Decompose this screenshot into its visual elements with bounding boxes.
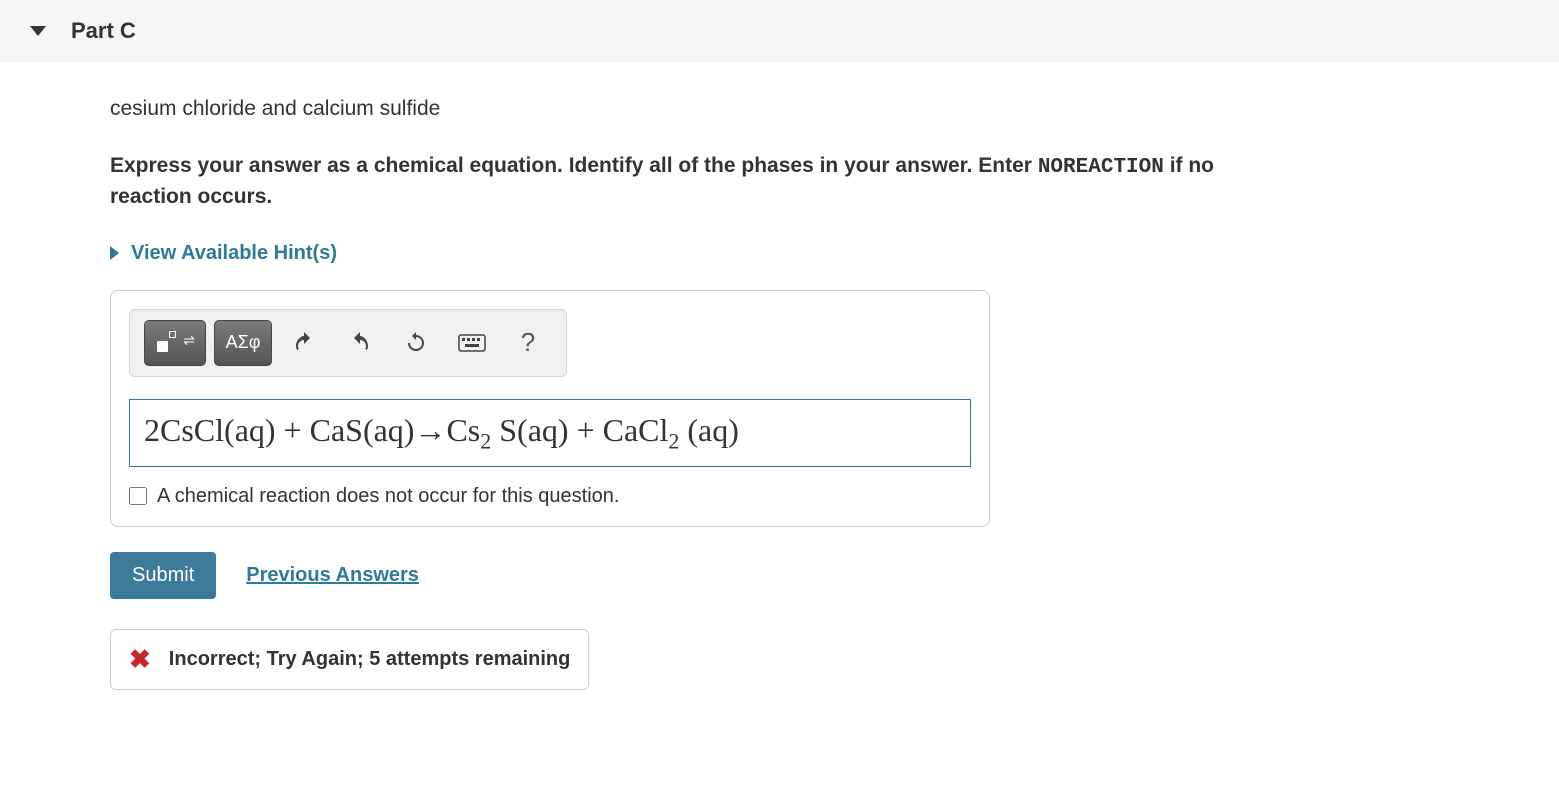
feedback-box: ✖ Incorrect; Try Again; 5 attempts remai…	[110, 629, 589, 690]
equation-toolbar: ⇌ ΑΣφ ?	[129, 309, 567, 377]
no-reaction-label: A chemical reaction does not occur for t…	[157, 485, 619, 508]
action-row: Submit Previous Answers	[110, 552, 1220, 599]
caret-right-icon	[110, 246, 119, 260]
equation-input[interactable]: 2CsCl(aq) + CaS(aq)→Cs2 S(aq) + CaCl2 (a…	[129, 399, 971, 467]
help-button[interactable]: ?	[504, 320, 552, 366]
greek-label: ΑΣφ	[226, 332, 261, 353]
instructions: Express your answer as a chemical equati…	[110, 151, 1220, 212]
view-hints-link[interactable]: View Available Hint(s)	[110, 242, 1220, 265]
undo-button[interactable]	[280, 320, 328, 366]
instructions-mono: NOREACTION	[1038, 156, 1164, 179]
instructions-pre: Express your answer as a chemical equati…	[110, 154, 1038, 177]
submit-button[interactable]: Submit	[110, 552, 216, 599]
undo-icon	[292, 331, 316, 355]
feedback-text: Incorrect; Try Again; 5 attempts remaini…	[169, 648, 571, 671]
caret-down-icon	[30, 26, 46, 36]
greek-symbols-button[interactable]: ΑΣφ	[214, 320, 272, 366]
no-reaction-checkbox[interactable]	[129, 487, 147, 505]
help-label: ?	[521, 327, 535, 358]
hints-label: View Available Hint(s)	[131, 242, 337, 265]
reset-icon	[404, 331, 428, 355]
templates-icon: ⇌	[155, 329, 195, 357]
keyboard-icon	[458, 334, 486, 352]
previous-answers-link[interactable]: Previous Answers	[246, 564, 419, 587]
reset-button[interactable]	[392, 320, 440, 366]
keyboard-button[interactable]	[448, 320, 496, 366]
part-header[interactable]: Part C	[0, 0, 1559, 62]
templates-button[interactable]: ⇌	[144, 320, 206, 366]
answer-box: ⇌ ΑΣφ ? 2CsCl(aq) + CaS(aq)→Cs2 S(aq)	[110, 290, 990, 527]
no-reaction-row[interactable]: A chemical reaction does not occur for t…	[129, 485, 971, 508]
part-title: Part C	[71, 18, 136, 44]
question-text: cesium chloride and calcium sulfide	[110, 97, 1220, 121]
redo-button[interactable]	[336, 320, 384, 366]
content-area: cesium chloride and calcium sulfide Expr…	[0, 62, 1250, 720]
redo-icon	[348, 331, 372, 355]
incorrect-x-icon: ✖	[129, 644, 151, 675]
